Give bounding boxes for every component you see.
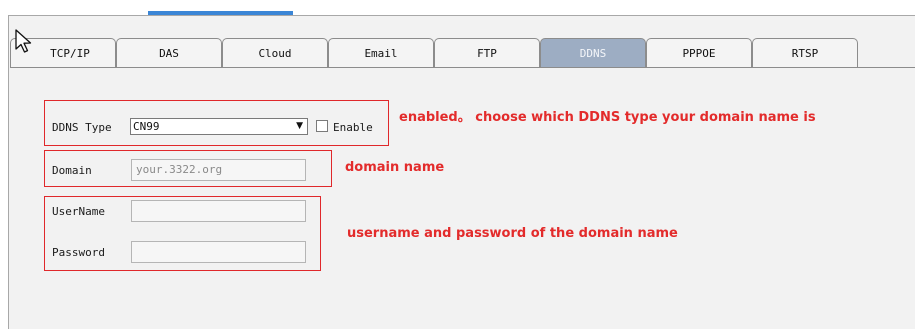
tab-ftp[interactable]: FTP — [434, 38, 540, 68]
annotation-domain: domain name — [345, 160, 445, 175]
tab-label: DAS — [159, 47, 179, 60]
tab-label: FTP — [477, 47, 497, 60]
tab-label: PPPOE — [682, 47, 716, 60]
tab-label: TCP/IP — [50, 47, 90, 60]
tab-label: Cloud — [258, 47, 292, 60]
tab-label: Email — [364, 47, 398, 60]
annotation-ddns-type: enabled。 choose which DDNS type your dom… — [399, 110, 816, 125]
tab-label: DDNS — [579, 47, 607, 60]
annotation-credentials: username and password of the domain name — [347, 226, 678, 241]
tab-bar: TCP/IP DAS Cloud Email FTP DDNS PPPOE RT… — [10, 38, 860, 68]
tab-baseline — [10, 67, 915, 68]
tab-pppoe[interactable]: PPPOE — [646, 38, 752, 68]
annotation-box-ddns-type — [44, 100, 389, 146]
tab-ddns[interactable]: DDNS — [540, 38, 646, 68]
mouse-pointer-icon — [15, 29, 32, 53]
top-strip — [0, 0, 915, 15]
tab-das[interactable]: DAS — [116, 38, 222, 68]
tab-email[interactable]: Email — [328, 38, 434, 68]
annotation-box-domain — [44, 150, 332, 187]
annotation-box-credentials — [44, 196, 321, 271]
tab-cloud[interactable]: Cloud — [222, 38, 328, 68]
tab-rtsp[interactable]: RTSP — [752, 38, 858, 68]
tab-label: RTSP — [791, 47, 819, 60]
